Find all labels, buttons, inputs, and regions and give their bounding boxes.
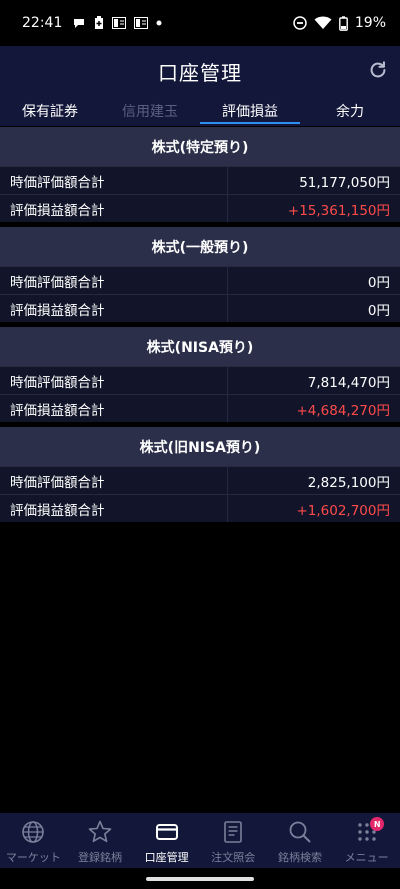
row-label: 評価損益額合計 xyxy=(0,395,228,422)
card-icon xyxy=(155,824,178,840)
nav-account[interactable]: 口座管理 xyxy=(133,813,200,868)
nav-search[interactable]: 銘柄検索 xyxy=(267,813,334,868)
row-value: 2,825,100円 xyxy=(307,474,390,491)
status-bar: 22:41 19% xyxy=(0,0,400,46)
table-row: 時価評価額合計 51,177,050円 xyxy=(0,166,400,194)
table-row: 時価評価額合計 0円 xyxy=(0,266,400,294)
search-icon xyxy=(289,821,311,843)
globe-icon xyxy=(22,821,45,843)
nav-label: 銘柄検索 xyxy=(277,851,322,864)
gesture-area xyxy=(0,868,400,889)
row-value: +15,361,150円 xyxy=(287,202,390,219)
row-label: 評価損益額合計 xyxy=(0,295,228,322)
battery-percent: 19% xyxy=(354,15,386,31)
battery-icon xyxy=(338,15,348,31)
row-value: +1,602,700円 xyxy=(296,502,390,519)
star-icon xyxy=(88,820,112,843)
table-row: 評価損益額合計 +1,602,700円 xyxy=(0,494,400,522)
gallery-icon xyxy=(134,17,149,29)
dnd-icon xyxy=(293,16,307,30)
app-header: 口座管理 xyxy=(0,46,400,96)
status-time: 22:41 xyxy=(22,15,63,31)
table-row: 評価損益額合計 +4,684,270円 xyxy=(0,394,400,422)
gallery-icon xyxy=(112,17,127,29)
table-row: 時価評価額合計 2,825,100円 xyxy=(0,466,400,494)
nav-label: メニュー xyxy=(344,851,389,864)
nav-market[interactable]: マーケット xyxy=(0,813,67,868)
battery-saver-icon xyxy=(95,16,104,29)
table-row: 時価評価額合計 7,814,470円 xyxy=(0,366,400,394)
new-badge: N xyxy=(370,817,385,831)
tab-valuation-pl[interactable]: 評価損益 xyxy=(200,96,300,126)
home-indicator[interactable] xyxy=(146,877,254,881)
section-title: 株式(旧NISA預り) xyxy=(0,426,400,466)
row-value: 51,177,050円 xyxy=(299,174,390,191)
tab-buying-power[interactable]: 余力 xyxy=(300,96,400,126)
section-title: 株式(一般預り) xyxy=(0,226,400,266)
nav-menu[interactable]: N メニュー xyxy=(333,813,400,868)
row-label: 時価評価額合計 xyxy=(0,167,228,194)
tab-holdings[interactable]: 保有証券 xyxy=(0,96,100,126)
tab-bar: 保有証券 信用建玉 評価損益 余力 xyxy=(0,96,400,126)
nav-label: マーケット xyxy=(5,851,61,864)
row-value: +4,684,270円 xyxy=(296,402,390,419)
tab-margin-positions[interactable]: 信用建玉 xyxy=(100,96,200,126)
nav-label: 口座管理 xyxy=(144,851,189,864)
nav-orders[interactable]: 注文照会 xyxy=(200,813,267,868)
row-label: 時価評価額合計 xyxy=(0,267,228,294)
page-title: 口座管理 xyxy=(158,60,242,85)
nav-label: 登録銘柄 xyxy=(77,851,122,864)
nav-watchlist[interactable]: 登録銘柄 xyxy=(67,813,134,868)
table-row: 評価損益額合計 +15,361,150円 xyxy=(0,194,400,222)
chat-icon xyxy=(74,19,85,28)
table-row: 評価損益額合計 0円 xyxy=(0,294,400,322)
system-icons: 19% xyxy=(293,15,386,31)
row-value: 0円 xyxy=(367,274,390,291)
wifi-icon xyxy=(314,16,332,29)
row-label: 評価損益額合計 xyxy=(0,495,228,522)
valuation-list: 株式(特定預り) 時価評価額合計 51,177,050円 評価損益額合計 +15… xyxy=(0,126,400,522)
section-title: 株式(特定預り) xyxy=(0,126,400,166)
row-label: 評価損益額合計 xyxy=(0,195,228,222)
nav-label: 注文照会 xyxy=(211,851,256,864)
refresh-icon[interactable] xyxy=(367,59,389,81)
dot-icon xyxy=(156,20,162,26)
row-value: 0円 xyxy=(367,302,390,319)
row-value: 7,814,470円 xyxy=(307,374,390,391)
section-title: 株式(NISA預り) xyxy=(0,326,400,366)
bottom-nav: マーケット 登録銘柄 口座管理 注文照会 銘柄検索 N メニュー xyxy=(0,813,400,868)
row-label: 時価評価額合計 xyxy=(0,467,228,494)
row-label: 時価評価額合計 xyxy=(0,367,228,394)
document-icon xyxy=(224,821,243,843)
notification-icons xyxy=(72,16,162,30)
